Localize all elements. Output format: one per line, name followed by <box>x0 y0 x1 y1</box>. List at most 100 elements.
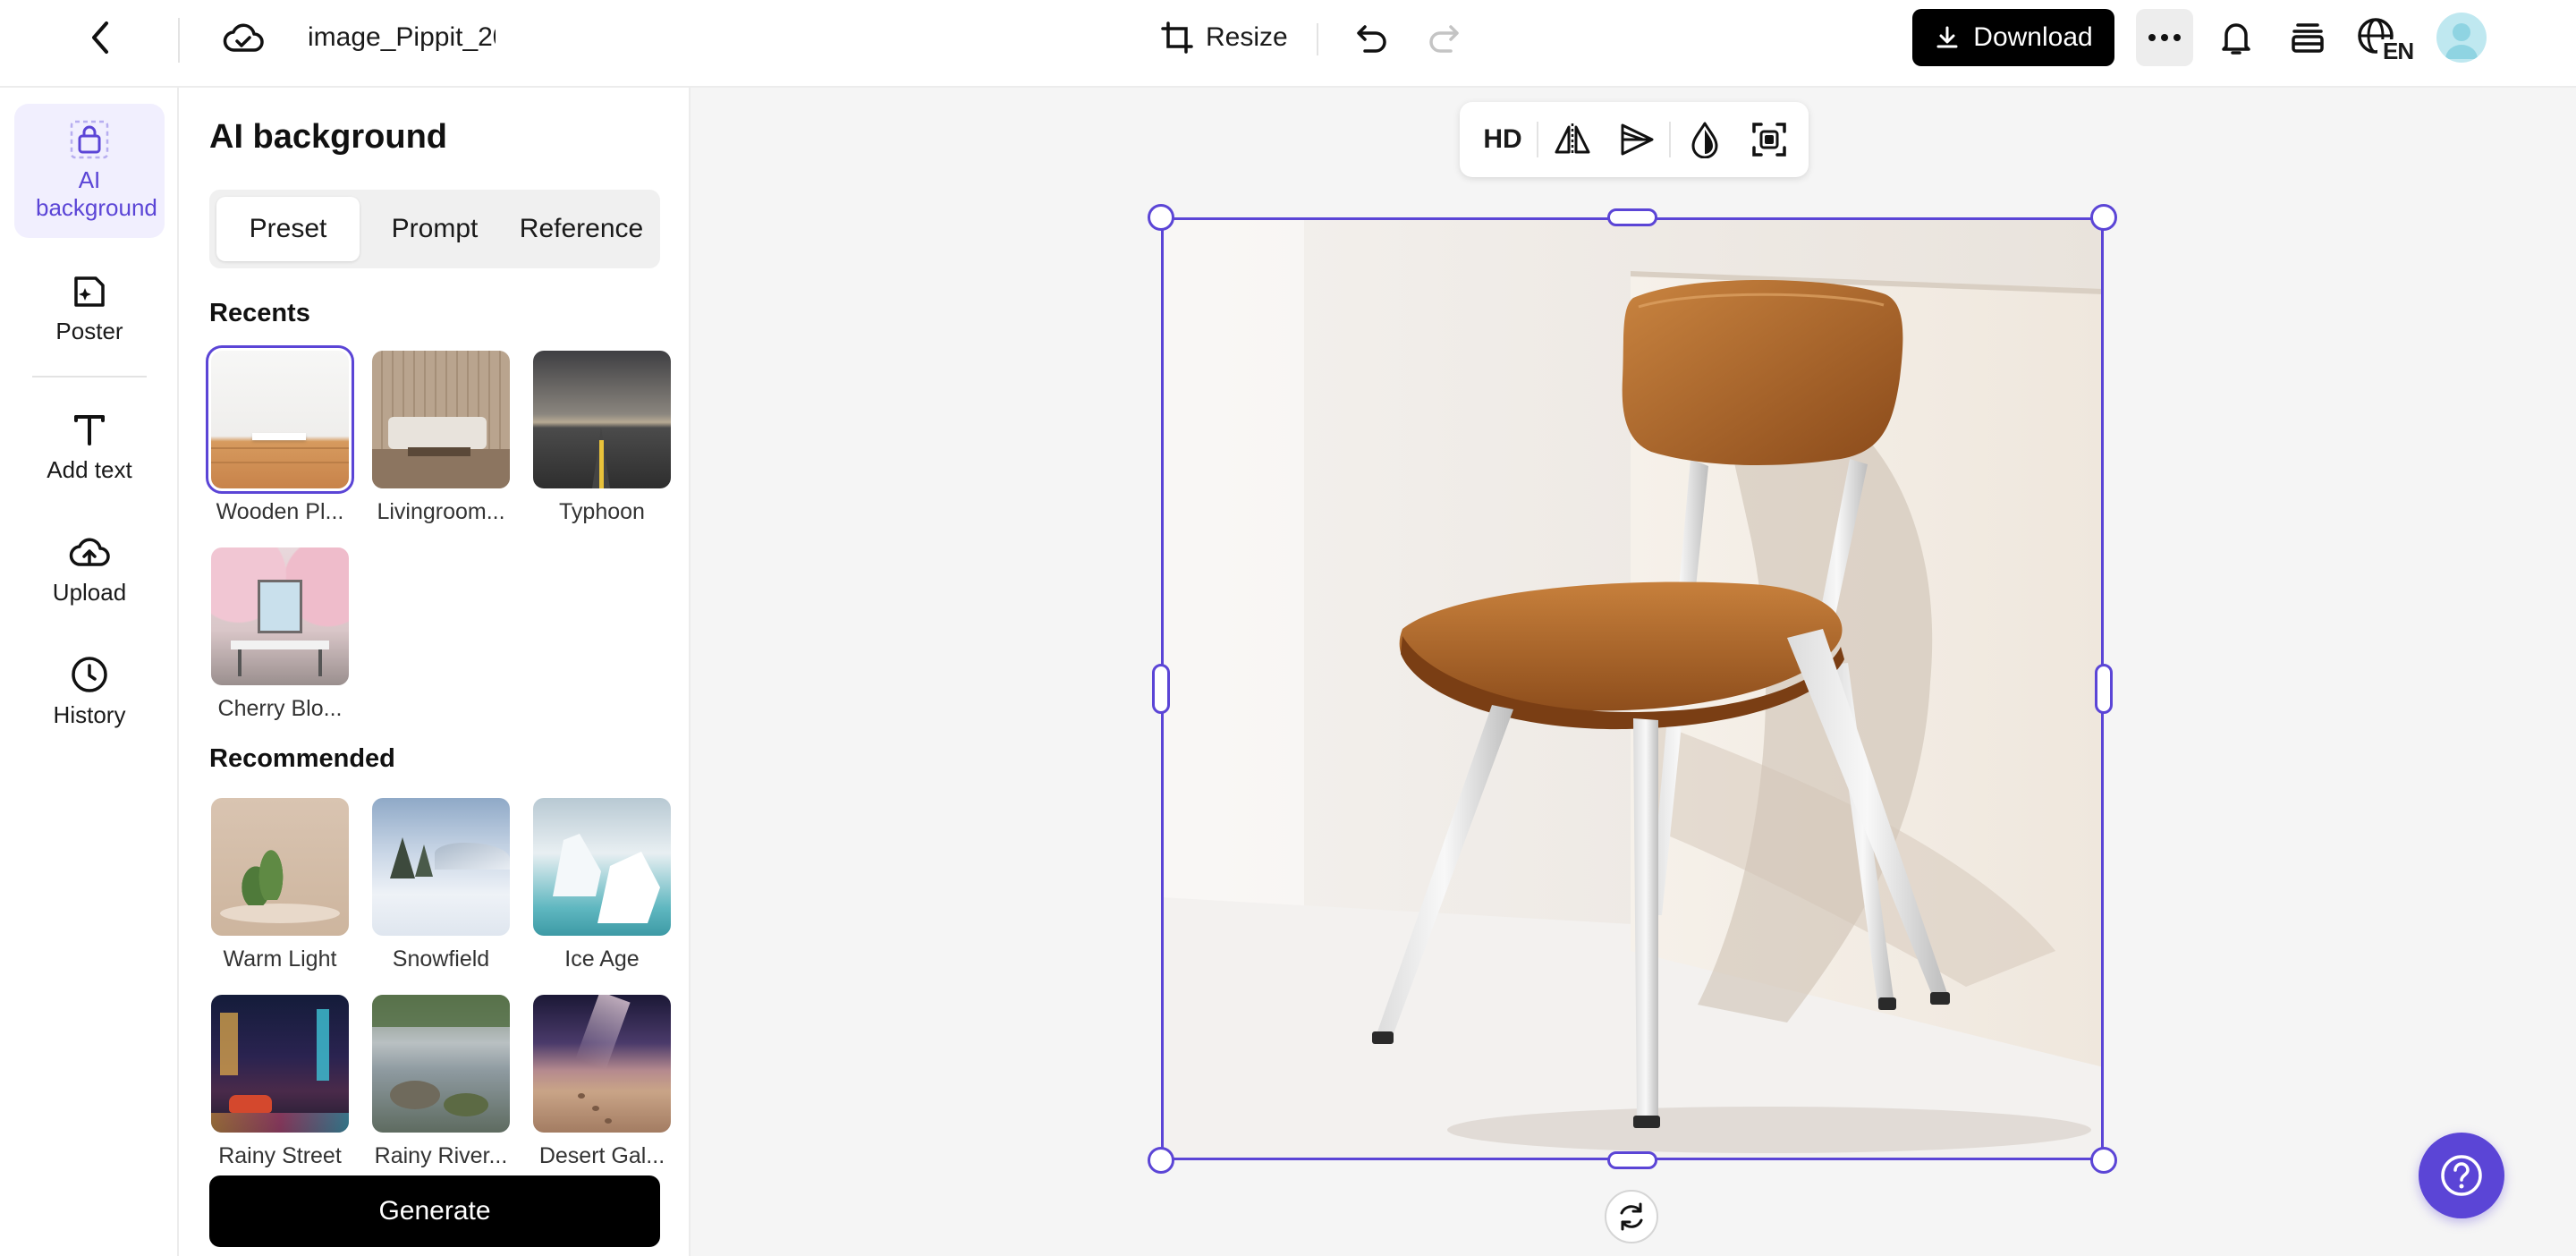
preset-rainy-river[interactable]: Rainy River... <box>372 995 510 1169</box>
mode-tabs: Preset Prompt Reference <box>209 190 660 268</box>
preset-caption: Livingroom... <box>377 499 505 524</box>
layers-icon <box>2292 23 2324 53</box>
rail-item-add-text[interactable]: Add text <box>14 395 165 497</box>
image-toolbar: HD <box>1460 102 1809 177</box>
ai-background-panel: AI background Preset Prompt Reference Re… <box>179 88 691 1256</box>
resize-handle-bottom-right[interactable] <box>2090 1147 2117 1174</box>
clock-icon <box>72 656 107 692</box>
more-dots-icon <box>2148 34 2181 41</box>
preset-cherry-blossom[interactable]: Cherry Blo... <box>211 547 349 722</box>
preset-rainy-street[interactable]: Rainy Street <box>211 995 349 1169</box>
preset-desert-galaxy[interactable]: Desert Gal... <box>533 995 671 1169</box>
resize-handle-top-right[interactable] <box>2090 204 2117 231</box>
question-icon <box>2441 1155 2482 1196</box>
redo-button[interactable] <box>1422 16 1465 59</box>
top-divider <box>178 18 180 63</box>
preset-thumbnail <box>533 798 671 936</box>
send-icon <box>1621 123 1654 156</box>
cloud-check-icon <box>223 23 264 52</box>
preset-ice-age[interactable]: Ice Age <box>533 798 671 972</box>
rail-item-poster[interactable]: Poster <box>14 259 165 358</box>
resize-handle-left[interactable] <box>1152 664 1170 714</box>
preset-caption: Ice Age <box>564 946 640 972</box>
resize-handle-bottom[interactable] <box>1607 1151 1657 1169</box>
preset-caption: Typhoon <box>559 499 645 524</box>
panel-title: AI background <box>209 118 448 156</box>
resize-button[interactable]: Resize <box>1152 14 1295 61</box>
recommended-title: Recommended <box>209 744 395 773</box>
preset-caption: Desert Gal... <box>538 1143 665 1168</box>
generate-button[interactable]: Generate <box>209 1175 660 1247</box>
undo-icon <box>1357 25 1386 53</box>
preset-wooden-platform[interactable]: Wooden Pl... <box>206 345 354 525</box>
product-image[interactable] <box>1161 217 2104 1160</box>
user-avatar[interactable] <box>2436 13 2487 63</box>
top-bar: image_Pippit_20 Resize Download EN <box>0 0 2576 88</box>
preset-thumbnail <box>211 995 349 1133</box>
rail-item-ai-background[interactable]: AI background <box>14 104 165 238</box>
preset-warm-light[interactable]: Warm Light <box>211 798 349 972</box>
toolbar-divider <box>1317 23 1318 55</box>
rail-label-poster: Poster <box>55 317 123 344</box>
opacity-button[interactable] <box>1680 115 1730 165</box>
undo-button[interactable] <box>1351 16 1394 59</box>
resize-handle-top-left[interactable] <box>1148 204 1174 231</box>
rail-item-upload[interactable]: Upload <box>14 521 165 619</box>
cutout-button[interactable] <box>1744 115 1794 165</box>
rotate-icon <box>1620 1202 1643 1231</box>
user-icon <box>2445 23 2478 59</box>
rail-label-history: History <box>53 700 126 728</box>
preset-thumbnail <box>372 351 510 488</box>
rotate-button[interactable] <box>1605 1190 1658 1243</box>
preset-livingroom[interactable]: Livingroom... <box>372 351 510 525</box>
preset-thumbnail <box>533 995 671 1133</box>
preset-caption: Snowfield <box>392 946 490 972</box>
send-button[interactable] <box>1612 115 1662 165</box>
bell-icon <box>2222 23 2250 55</box>
preset-caption: Rainy River... <box>374 1143 508 1168</box>
toolbar-separator <box>1537 122 1538 157</box>
bag-icon <box>70 120 109 159</box>
notifications-button[interactable] <box>2213 14 2259 61</box>
resize-icon <box>1161 21 1193 54</box>
preset-thumbnail <box>372 995 510 1133</box>
file-name[interactable]: image_Pippit_20 <box>308 20 496 55</box>
rail-label-add-text: Add text <box>47 455 132 483</box>
rail-separator <box>32 376 147 378</box>
recents-title: Recents <box>209 299 310 327</box>
hd-button[interactable]: HD <box>1474 115 1531 165</box>
chevron-left-icon <box>92 21 108 54</box>
preset-caption: Rainy Street <box>218 1143 342 1168</box>
preset-snowfield[interactable]: Snowfield <box>372 798 510 972</box>
resize-handle-top[interactable] <box>1607 208 1657 226</box>
download-button[interactable]: Download <box>1912 9 2114 66</box>
poster-icon <box>74 276 105 307</box>
preset-thumbnail <box>211 798 349 936</box>
resize-handle-bottom-left[interactable] <box>1148 1147 1174 1174</box>
workspace-button[interactable] <box>2284 14 2331 61</box>
crop-subject-icon <box>1752 123 1786 157</box>
toolbar-separator <box>1669 122 1671 157</box>
back-button[interactable] <box>79 16 122 59</box>
resize-handle-right[interactable] <box>2095 664 2113 714</box>
rail-label-ai-background: AI background <box>36 166 157 221</box>
preset-caption: Cherry Blo... <box>217 696 343 721</box>
preset-caption: Wooden Pl... <box>216 499 344 524</box>
flip-icon <box>1555 123 1590 156</box>
chair-photo <box>1161 217 2104 1160</box>
preset-typhoon[interactable]: Typhoon <box>533 351 671 525</box>
tab-preset[interactable]: Preset <box>216 197 360 261</box>
rail-label-upload: Upload <box>52 578 127 606</box>
language-button[interactable]: EN <box>2356 14 2414 64</box>
cloud-sync-button[interactable] <box>218 16 268 59</box>
download-label: Download <box>1973 22 2093 52</box>
more-options-button[interactable] <box>2136 9 2193 66</box>
flip-button[interactable] <box>1547 115 1597 165</box>
preset-thumbnail <box>211 547 349 685</box>
cloud-upload-icon <box>69 538 110 566</box>
rail-item-history[interactable]: History <box>14 642 165 741</box>
preset-thumbnail <box>372 798 510 936</box>
help-button[interactable] <box>2419 1133 2504 1218</box>
tab-reference[interactable]: Reference <box>510 197 653 261</box>
tab-prompt[interactable]: Prompt <box>363 197 506 261</box>
